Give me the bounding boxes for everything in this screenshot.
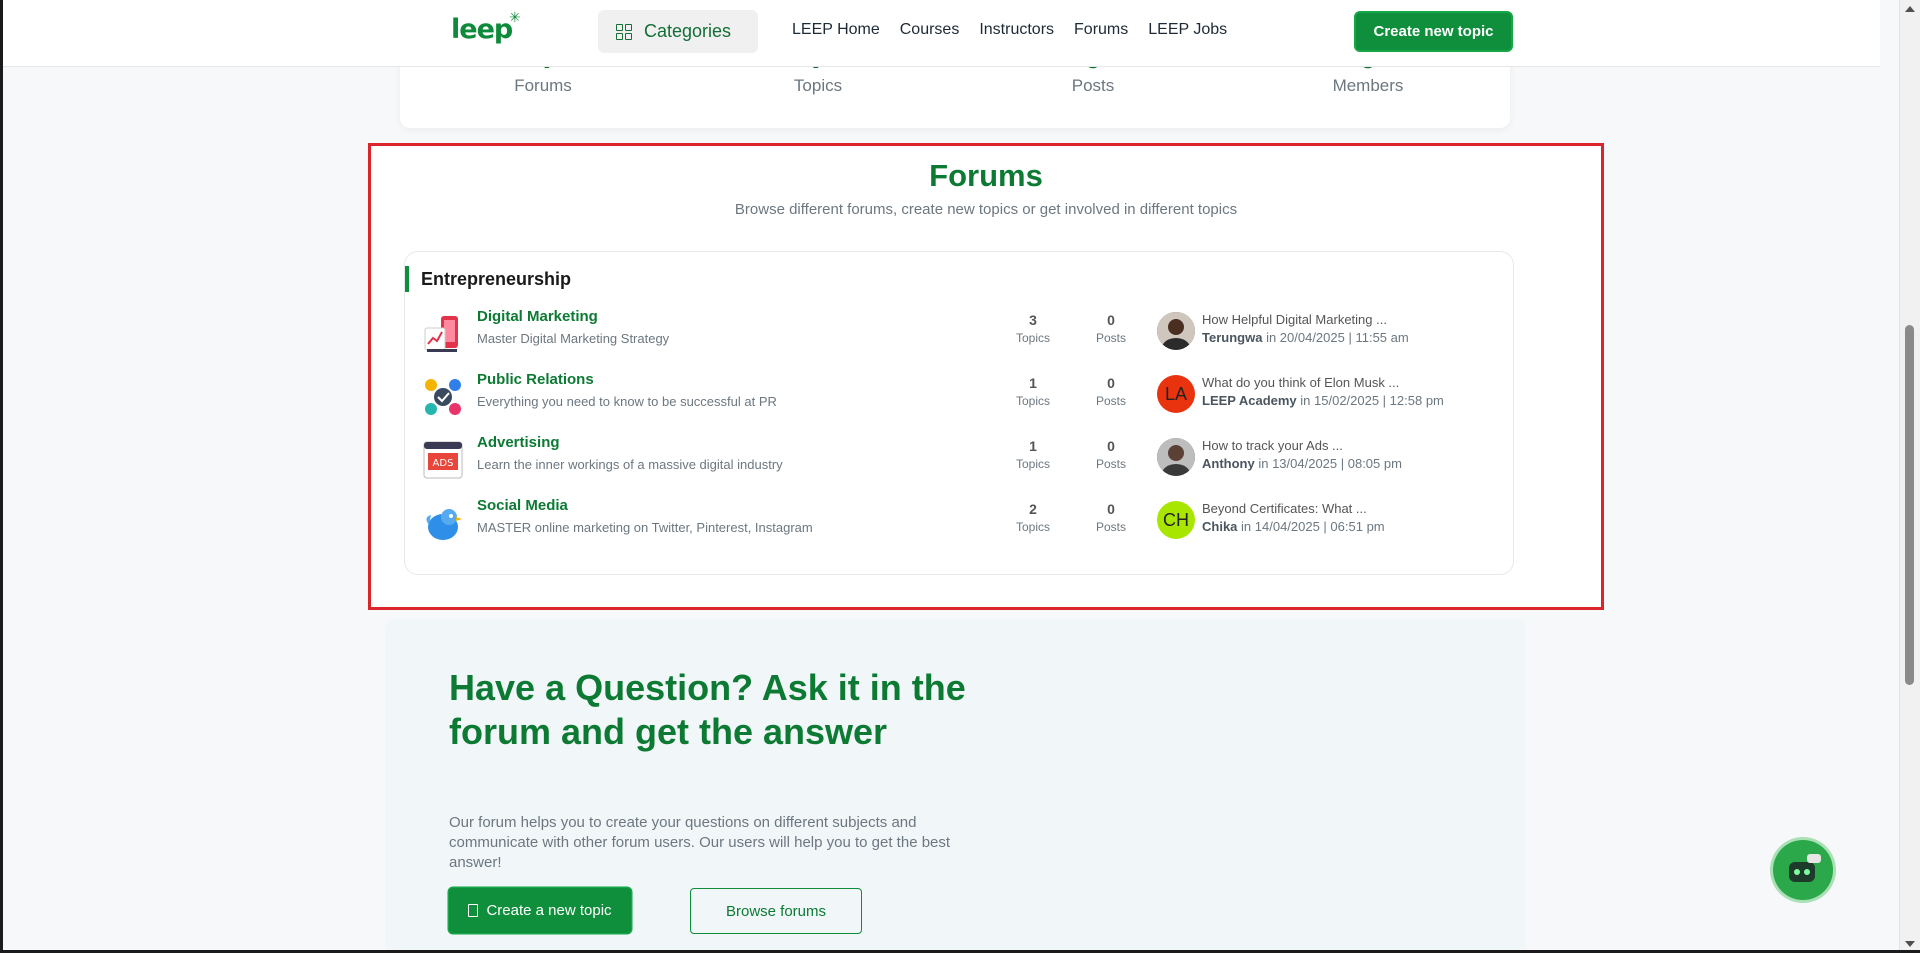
posts-count: 0 Posts bbox=[1081, 438, 1141, 471]
advertising-icon: ADS bbox=[423, 440, 463, 480]
file-icon bbox=[468, 904, 479, 917]
question-text: Our forum helps you to create your quest… bbox=[449, 814, 951, 871]
last-post-date: in 20/04/2025 | 11:55 am bbox=[1266, 330, 1409, 345]
topics-count: 1 Topics bbox=[1003, 438, 1063, 471]
forums-section: Forums Browse different forums, create n… bbox=[368, 143, 1604, 610]
last-post-date: in 15/02/2025 | 12:58 pm bbox=[1300, 393, 1444, 408]
last-topic-link[interactable]: Beyond Certificates: What ... bbox=[1202, 501, 1367, 516]
create-topic-label: Create a new topic bbox=[486, 902, 612, 919]
question-heading: Have a Question? Ask it in the forum and… bbox=[449, 667, 966, 752]
avatar[interactable]: LA bbox=[1157, 375, 1195, 413]
posts-number: 0 bbox=[1107, 501, 1115, 517]
forum-title-link[interactable]: Social Media bbox=[477, 497, 568, 514]
page: 4 Forums 7 Topics 0 Posts 0 Members Foru… bbox=[3, 0, 1900, 953]
social-media-icon bbox=[423, 503, 463, 543]
last-post-meta: Anthony in 13/04/2025 | 08:05 pm bbox=[1202, 456, 1402, 471]
svg-text:ADS: ADS bbox=[433, 458, 454, 469]
avatar-initials: LA bbox=[1164, 383, 1188, 404]
last-post-date: in 13/04/2025 | 08:05 pm bbox=[1258, 456, 1402, 471]
forum-title-link[interactable]: Advertising bbox=[477, 434, 560, 451]
forums-list: Entrepreneurship Digital Marketing Maste… bbox=[404, 251, 1514, 575]
topics-count: 3 Topics bbox=[1003, 312, 1063, 345]
create-topic-button[interactable]: Create a new topic bbox=[449, 888, 631, 933]
last-topic-link[interactable]: What do you think of Elon Musk ... bbox=[1202, 375, 1399, 390]
scroll-up-arrow[interactable] bbox=[1905, 6, 1915, 12]
last-post-meta: Chika in 14/04/2025 | 06:51 pm bbox=[1202, 519, 1385, 534]
last-post-date: in 14/04/2025 | 06:51 pm bbox=[1241, 519, 1385, 534]
browse-forums-button[interactable]: Browse forums bbox=[690, 888, 862, 934]
avatar[interactable]: CH bbox=[1157, 501, 1195, 539]
scroll-thumb[interactable] bbox=[1905, 325, 1914, 685]
nav-courses[interactable]: Courses bbox=[900, 21, 960, 39]
last-topic-link[interactable]: How Helpful Digital Marketing ... bbox=[1202, 312, 1387, 327]
stat-label: Topics bbox=[793, 76, 843, 95]
logo-spark-icon: ✳ bbox=[509, 10, 521, 26]
topics-number: 3 bbox=[1029, 312, 1037, 328]
nav-forums[interactable]: Forums bbox=[1074, 21, 1128, 39]
create-new-topic-button[interactable]: Create new topic bbox=[1356, 13, 1511, 50]
topics-count: 1 Topics bbox=[1003, 375, 1063, 408]
topics-number: 1 bbox=[1029, 438, 1037, 454]
forum-description: MASTER online marketing on Twitter, Pint… bbox=[477, 520, 813, 535]
nav-leep-jobs[interactable]: LEEP Jobs bbox=[1148, 21, 1227, 39]
posts-count: 0 Posts bbox=[1081, 312, 1141, 345]
stat-label: Members bbox=[1332, 76, 1404, 95]
forum-row-public-relations[interactable]: Public Relations Everything you need to … bbox=[423, 371, 1503, 427]
last-post-meta: LEEP Academy in 15/02/2025 | 12:58 pm bbox=[1202, 393, 1444, 408]
public-relations-icon bbox=[423, 377, 463, 417]
posts-number: 0 bbox=[1107, 438, 1115, 454]
forum-description: Master Digital Marketing Strategy bbox=[477, 331, 670, 346]
forum-title-link[interactable]: Digital Marketing bbox=[477, 308, 598, 325]
question-section: Have a Question? Ask it in the forum and… bbox=[385, 618, 1526, 953]
scrollbar[interactable] bbox=[1899, 0, 1920, 953]
grid-icon bbox=[616, 23, 632, 40]
forum-description: Learn the inner workings of a massive di… bbox=[477, 457, 783, 472]
forum-row-digital-marketing[interactable]: Digital Marketing Master Digital Marketi… bbox=[423, 308, 1503, 364]
posts-label: Posts bbox=[1095, 394, 1126, 408]
posts-count: 0 Posts bbox=[1081, 501, 1141, 534]
main-nav: LEEP Home Courses Instructors Forums LEE… bbox=[792, 21, 1227, 39]
avatar[interactable] bbox=[1157, 438, 1195, 476]
posts-label: Posts bbox=[1095, 457, 1126, 471]
posts-number: 0 bbox=[1107, 375, 1115, 391]
stat-label: Forums bbox=[514, 76, 572, 95]
last-author[interactable]: LEEP Academy bbox=[1202, 393, 1297, 408]
nav-leep-home[interactable]: LEEP Home bbox=[792, 21, 880, 39]
categories-button[interactable]: Categories bbox=[598, 10, 758, 53]
last-topic-link[interactable]: How to track your Ads ... bbox=[1202, 438, 1343, 453]
last-author[interactable]: Terungwa bbox=[1202, 330, 1262, 345]
posts-label: Posts bbox=[1095, 331, 1126, 345]
scroll-down-arrow[interactable] bbox=[1905, 941, 1915, 947]
topics-label: Topics bbox=[1015, 457, 1050, 471]
topics-number: 2 bbox=[1029, 501, 1037, 517]
posts-number: 0 bbox=[1107, 312, 1115, 328]
nav-instructors[interactable]: Instructors bbox=[979, 21, 1054, 39]
logo-text: leep bbox=[451, 14, 513, 45]
topics-label: Topics bbox=[1015, 520, 1050, 534]
last-author[interactable]: Chika bbox=[1202, 519, 1237, 534]
forum-title-link[interactable]: Public Relations bbox=[477, 371, 594, 388]
forum-row-advertising[interactable]: ADS Advertising Learn the inner workings… bbox=[423, 434, 1503, 490]
topics-label: Topics bbox=[1015, 394, 1050, 408]
forums-subtitle: Browse different forums, create new topi… bbox=[734, 201, 1238, 218]
digital-marketing-icon bbox=[423, 314, 463, 354]
top-header: leep ✳ Categories LEEP Home Courses Inst… bbox=[3, 0, 1880, 67]
topics-number: 1 bbox=[1029, 375, 1037, 391]
stat-label: Posts bbox=[1071, 76, 1115, 95]
last-post-meta: Terungwa in 20/04/2025 | 11:55 am bbox=[1202, 330, 1409, 345]
forum-description: Everything you need to know to be succes… bbox=[477, 394, 777, 409]
avatar-initials: CH bbox=[1163, 509, 1189, 530]
avatar[interactable] bbox=[1157, 312, 1195, 350]
forums-title: Forums bbox=[929, 158, 1043, 193]
chatbot-icon[interactable] bbox=[1773, 840, 1833, 900]
posts-count: 0 Posts bbox=[1081, 375, 1141, 408]
forum-row-social-media[interactable]: Social Media MASTER online marketing on … bbox=[423, 497, 1503, 553]
posts-label: Posts bbox=[1095, 520, 1126, 534]
category-heading: Entrepreneurship bbox=[405, 266, 571, 292]
last-author[interactable]: Anthony bbox=[1202, 456, 1255, 471]
leep-logo[interactable]: leep ✳ bbox=[451, 10, 521, 45]
categories-label: Categories bbox=[644, 21, 732, 41]
topics-count: 2 Topics bbox=[1003, 501, 1063, 534]
topics-label: Topics bbox=[1015, 331, 1050, 345]
